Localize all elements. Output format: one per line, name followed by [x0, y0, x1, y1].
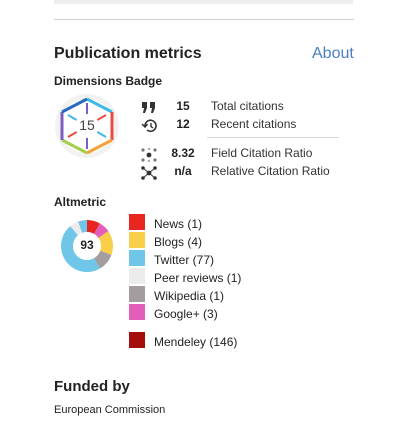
- altmetric-heading: Altmetric: [54, 195, 107, 209]
- total-citations-value: 15: [176, 99, 190, 113]
- altmetric-score: 93: [80, 238, 94, 252]
- relative-citation-ratio-label: Relative Citation Ratio: [211, 164, 330, 178]
- dimensions-badge[interactable]: 15: [54, 93, 120, 159]
- dimensions-heading: Dimensions Badge: [54, 74, 163, 88]
- twitter-swatch: [129, 250, 145, 266]
- funder-name: European Commission: [54, 404, 166, 416]
- mendeley-label: Mendeley (146): [154, 335, 238, 349]
- blogs-label: Blogs (4): [154, 235, 203, 249]
- section-divider: [54, 19, 354, 20]
- dimensions-badge-count: 15: [79, 117, 95, 133]
- news-label: News (1): [154, 217, 203, 231]
- recent-citations-label: Recent citations: [211, 117, 297, 131]
- peer-reviews-swatch: [129, 268, 145, 284]
- altmetric-donut[interactable]: 93: [54, 213, 120, 279]
- relative-citation-ratio-value: n/a: [174, 164, 192, 178]
- field-citation-ratio-label: Field Citation Ratio: [211, 146, 313, 160]
- funded-by-heading: Funded by: [54, 378, 130, 395]
- total-citations-label: Total citations: [211, 99, 284, 113]
- blogs-swatch: [129, 232, 145, 248]
- wikipedia-swatch: [129, 286, 145, 302]
- twitter-label: Twitter (77): [154, 253, 215, 267]
- top-card-edge: [54, 0, 353, 4]
- metrics-separator: [207, 137, 339, 138]
- about-link[interactable]: About: [312, 45, 354, 63]
- google-plus-label: Google+ (3): [154, 307, 218, 321]
- google-plus-swatch: [129, 304, 145, 320]
- peer-reviews-label: Peer reviews (1): [154, 271, 242, 285]
- wikipedia-label: Wikipedia (1): [154, 289, 225, 303]
- section-title: Publication metrics: [54, 45, 202, 62]
- mendeley-swatch: [129, 332, 145, 348]
- news-swatch: [129, 214, 145, 230]
- recent-citations-value: 12: [176, 117, 190, 131]
- field-citation-ratio-value: 8.32: [171, 146, 195, 160]
